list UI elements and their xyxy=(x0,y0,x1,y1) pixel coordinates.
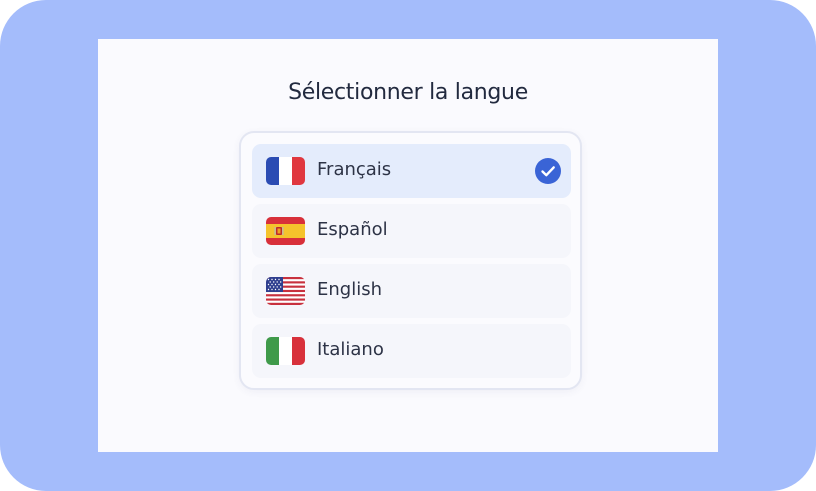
us-flag-icon xyxy=(266,277,305,305)
language-list: Français Español English Italiano xyxy=(239,131,582,390)
page-title: Sélectionner la langue xyxy=(288,80,528,105)
language-label: Italiano xyxy=(317,339,384,360)
language-label: English xyxy=(317,279,382,300)
language-label: Español xyxy=(317,219,388,240)
france-flag-icon xyxy=(266,157,305,185)
language-option-english[interactable]: English xyxy=(252,264,571,318)
language-option-italian[interactable]: Italiano xyxy=(252,324,571,378)
language-label: Français xyxy=(317,159,392,180)
italy-flag-icon xyxy=(266,337,305,365)
check-icon xyxy=(535,158,561,184)
spain-flag-icon xyxy=(266,217,305,245)
language-option-spanish[interactable]: Español xyxy=(252,204,571,258)
language-option-french[interactable]: Français xyxy=(252,144,571,198)
